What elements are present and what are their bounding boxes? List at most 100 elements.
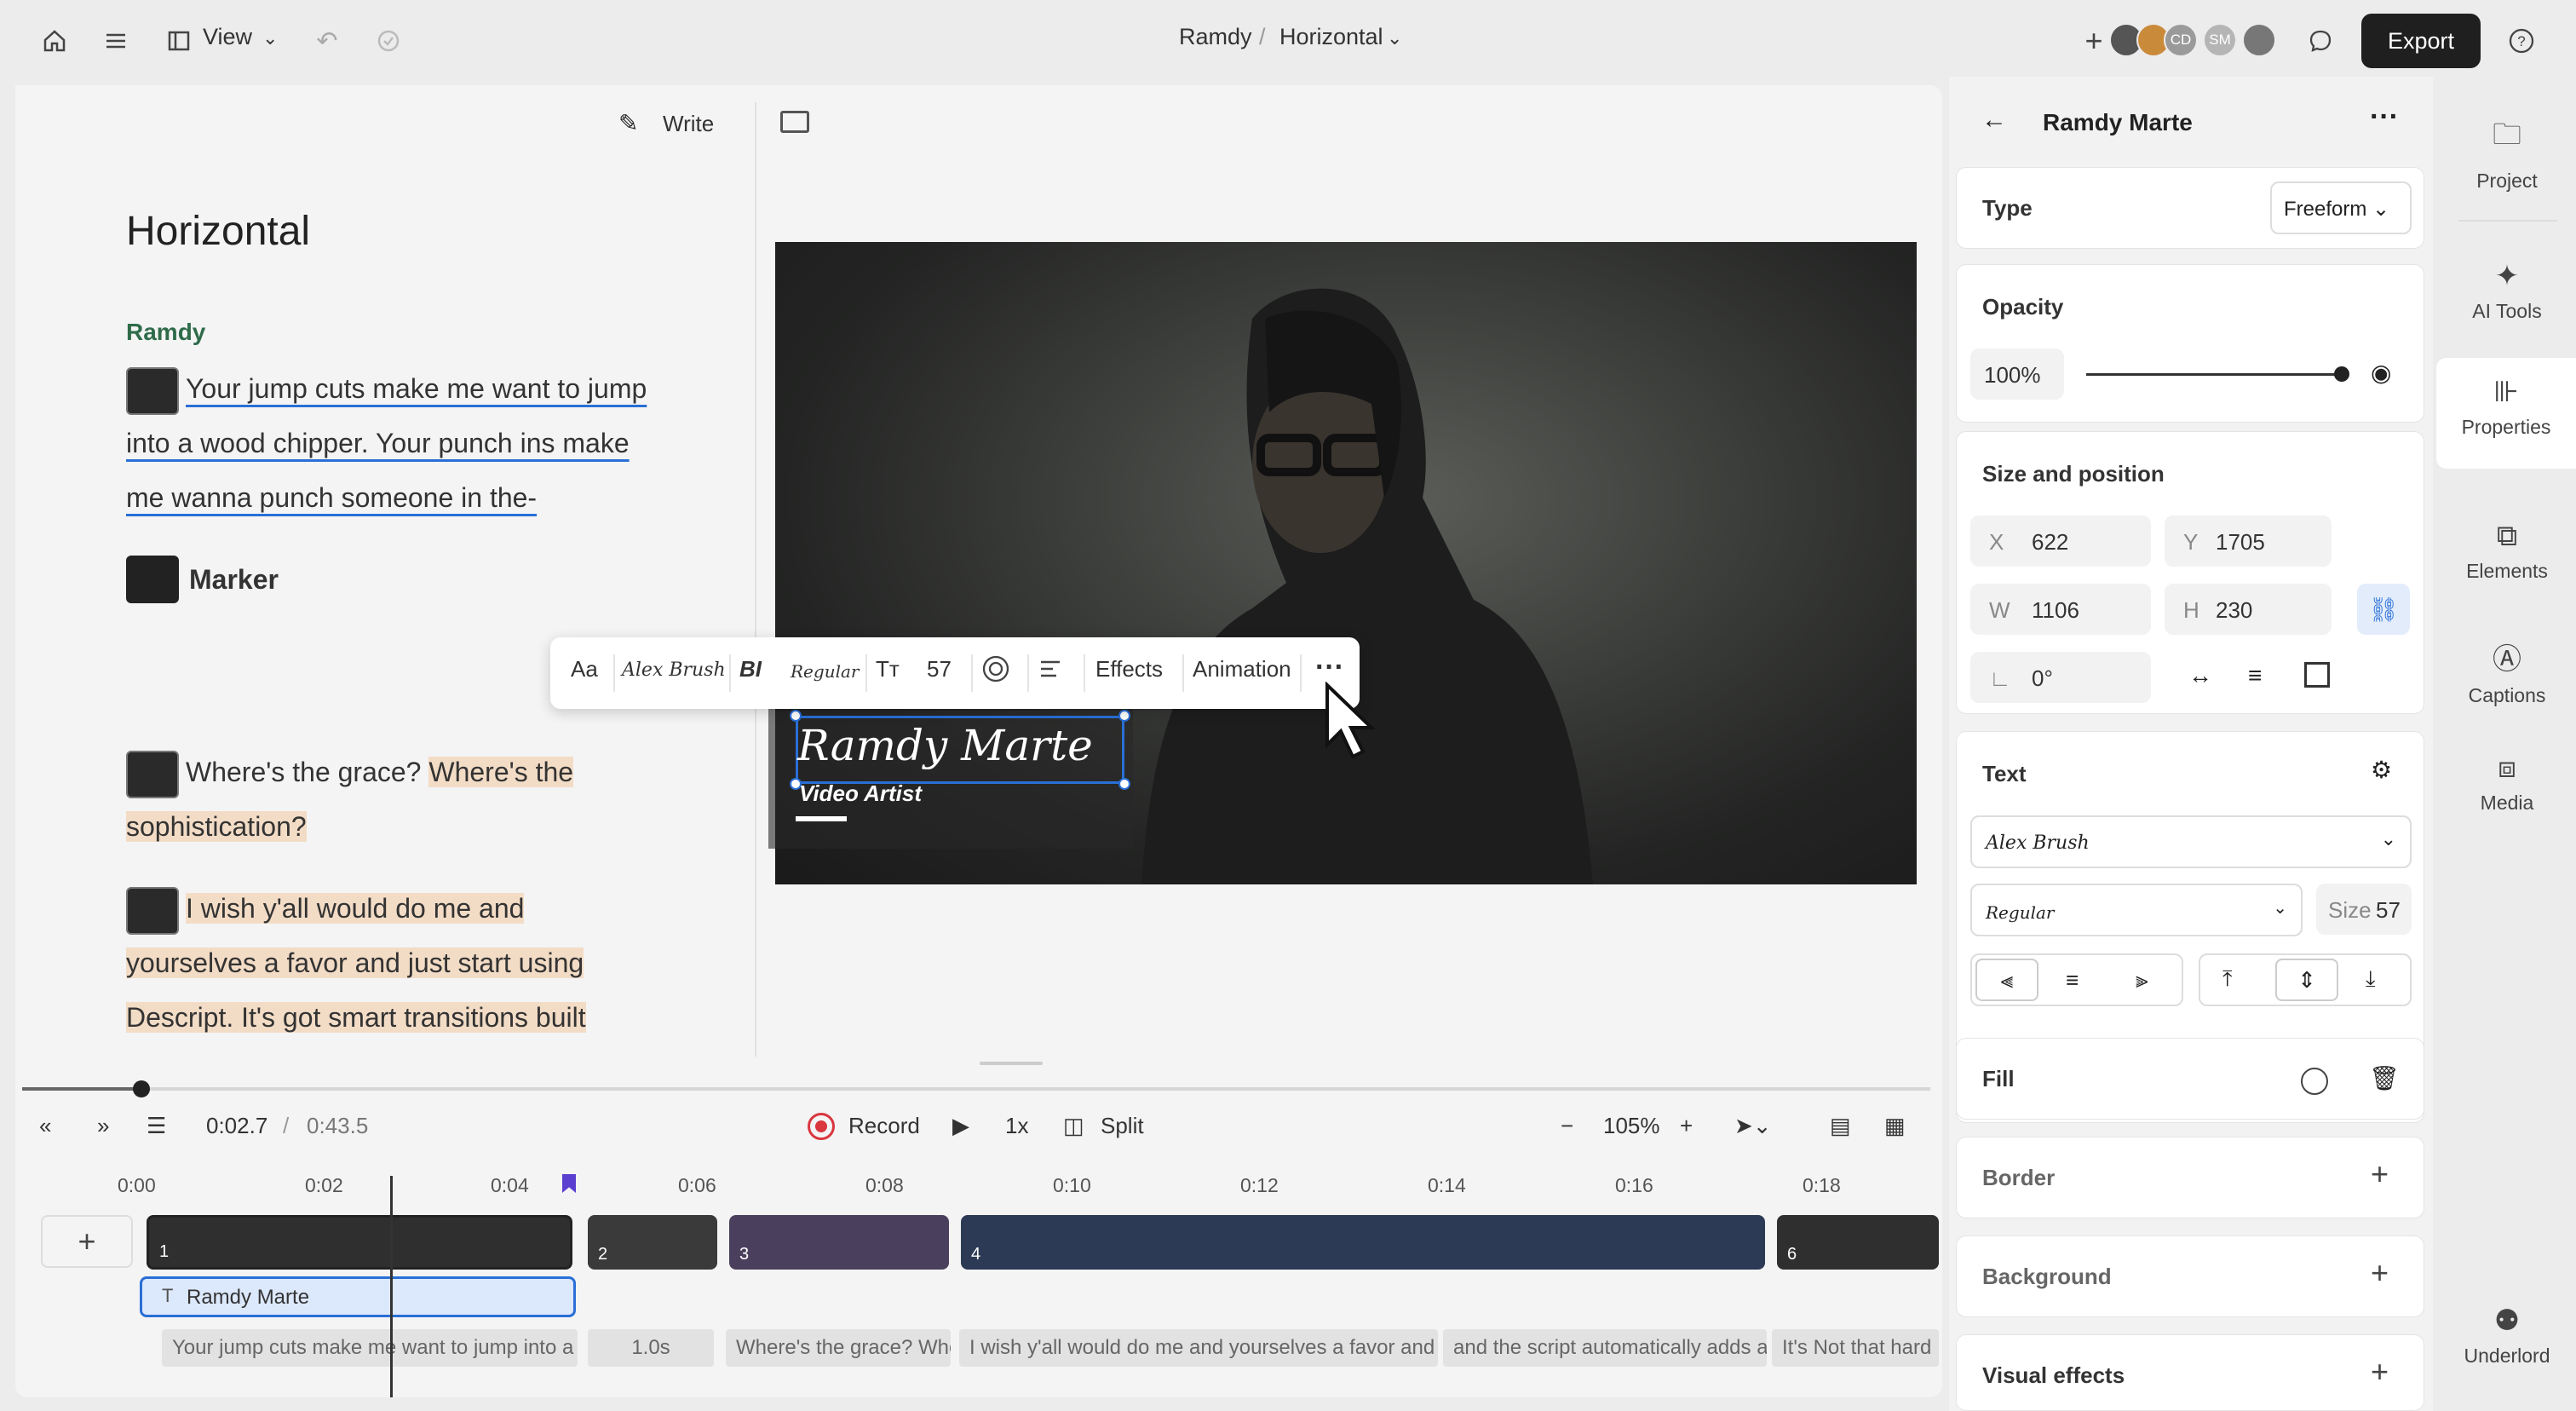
undo-icon[interactable]: ↶ [307, 20, 348, 61]
resize-handle[interactable] [1118, 778, 1130, 790]
clip-thumbnail[interactable] [126, 886, 179, 935]
caption-segment[interactable]: It's Not that hard [1772, 1329, 1939, 1367]
align-middle-icon[interactable]: ⇕ [2275, 959, 2338, 1001]
split-button[interactable]: Split [1101, 1113, 1144, 1139]
grid-view-icon[interactable]: ▦ [1884, 1113, 1906, 1139]
resize-grip[interactable] [980, 1062, 1043, 1065]
breadcrumb-project[interactable]: Ramdy [1179, 24, 1252, 50]
avatar[interactable]: CD [2164, 23, 2198, 57]
scrubber-handle[interactable] [133, 1080, 150, 1097]
avatar[interactable]: SM [2203, 23, 2237, 57]
color-icon[interactable] [981, 654, 1010, 689]
add-collaborator-icon[interactable]: + [2073, 20, 2114, 61]
select-tool-icon[interactable]: ➤⌄ [1734, 1113, 1772, 1139]
nav-project[interactable]: 🗀 Project [2443, 97, 2571, 208]
align-top-icon[interactable]: ⤒ [2222, 965, 2233, 993]
resize-handle[interactable] [790, 710, 802, 722]
lower-third-subtitle[interactable]: Video Artist [799, 780, 922, 807]
height-input[interactable]: H 230 [2165, 584, 2332, 635]
nav-elements[interactable]: ⧉ Elements [2443, 503, 2571, 613]
help-icon[interactable]: ? [2501, 20, 2542, 61]
animation-button[interactable]: Animation [1193, 656, 1291, 682]
record-button[interactable]: Record [848, 1113, 920, 1139]
clip-track[interactable]: 6 [1777, 1215, 1939, 1270]
view-menu[interactable]: View [203, 24, 252, 50]
layout-icon[interactable] [158, 20, 199, 61]
clip-track[interactable]: 2 [588, 1215, 717, 1270]
opacity-slider-handle[interactable] [2334, 366, 2349, 382]
lock-aspect-link-icon[interactable]: ⛓ [2357, 584, 2410, 635]
font-weight-picker[interactable]: Regular [791, 661, 859, 682]
trash-icon[interactable]: 🗑 [2369, 1064, 2400, 1092]
speaker-label[interactable]: Ramdy [126, 319, 205, 346]
align-center-icon[interactable]: ≡ [2066, 967, 2079, 993]
nav-properties[interactable]: ⊪ Properties [2436, 358, 2576, 469]
playback-speed[interactable]: 1x [1005, 1113, 1028, 1139]
write-pen-icon[interactable]: ✎ [618, 109, 638, 137]
opacity-slider[interactable] [2086, 373, 2342, 376]
comment-icon[interactable] [2300, 20, 2341, 61]
clip-thumbnail[interactable] [126, 750, 179, 798]
font-picker[interactable]: Alex Brush [622, 659, 726, 681]
font-weight-dropdown[interactable]: Regular ⌄ [1970, 884, 2303, 936]
menu-icon[interactable] [95, 20, 136, 61]
align-bottom-icon[interactable]: ⤓ [2366, 965, 2376, 993]
nav-media[interactable]: ⧈ Media [2443, 734, 2571, 845]
script-paragraph[interactable]: Your jump cuts make me want to jump into… [126, 361, 654, 525]
zoom-level[interactable]: 105% [1603, 1113, 1660, 1139]
record-icon[interactable] [808, 1113, 835, 1140]
layer-name[interactable]: Ramdy Marte [2043, 109, 2193, 136]
marker-thumbnail[interactable] [126, 556, 179, 603]
caption-segment[interactable]: and the script automatically adds a [1443, 1329, 1767, 1367]
clip-track[interactable]: 3 [729, 1215, 949, 1270]
clip-thumbnail[interactable] [126, 366, 179, 415]
export-button[interactable]: Export [2361, 14, 2481, 68]
script-text-highlighted[interactable]: I wish y'all would do me and yourselves … [126, 893, 586, 1033]
zoom-in-icon[interactable]: + [1680, 1113, 1693, 1139]
rotation-input[interactable]: ∟ 0° [1970, 652, 2151, 703]
clip-track[interactable]: 1 [147, 1215, 572, 1270]
marker-label[interactable]: Marker [189, 564, 279, 596]
script-text[interactable]: Where's the grace? [186, 757, 428, 787]
add-track-button[interactable]: + [41, 1215, 133, 1268]
lower-third-title[interactable]: Ramdy Marte [797, 721, 1093, 770]
avatar[interactable] [2242, 23, 2276, 57]
fill-color-swatch[interactable] [2301, 1068, 2328, 1095]
font-size-icon[interactable]: Tт [876, 656, 900, 682]
font-family-dropdown[interactable]: Alex Brush ⌄ [1970, 815, 2412, 868]
chapters-icon[interactable]: ☰ [147, 1113, 166, 1139]
x-position-input[interactable]: X 622 [1970, 515, 2151, 567]
text-layer-track[interactable]: Ramdy Marte [140, 1276, 576, 1317]
caption-segment[interactable]: Your jump cuts make me want to jump into… [162, 1329, 578, 1367]
pane-divider[interactable] [755, 102, 756, 1057]
script-paragraph[interactable]: I wish y'all would do me and yourselves … [126, 881, 654, 1045]
opacity-input[interactable]: 100% [1970, 348, 2064, 400]
write-button[interactable]: Write [663, 111, 714, 137]
font-size-input[interactable]: Size 57 [2316, 884, 2412, 935]
nav-underlord[interactable]: ⚉ Underlord [2443, 1287, 2571, 1397]
text-settings-icon[interactable]: ⚙ [2371, 756, 2392, 784]
add-visual-effect-icon[interactable]: + [2371, 1354, 2389, 1390]
clip-track[interactable]: 4 [961, 1215, 1765, 1270]
nav-captions[interactable]: Ⓐ Captions [2443, 619, 2571, 729]
scrubber-track[interactable] [22, 1087, 1930, 1091]
view-chevron-icon[interactable]: ⌄ [262, 27, 278, 49]
text-align-icon[interactable]: ≡ [2248, 662, 2262, 689]
y-position-input[interactable]: Y 1705 [2165, 515, 2332, 567]
breadcrumb-composition[interactable]: Horizontal [1279, 24, 1383, 50]
script-paragraph[interactable]: Where's the grace? Where's the sophistic… [126, 745, 654, 854]
text-case-button[interactable]: Aa [571, 656, 598, 682]
more-options-icon[interactable]: ··· [1315, 651, 1344, 684]
align-right-icon[interactable]: ⫸ [2136, 967, 2148, 994]
caption-segment[interactable]: 1.0s [588, 1329, 714, 1367]
back-arrow-icon[interactable]: ← [1981, 106, 2007, 135]
script-title[interactable]: Horizontal [126, 208, 310, 255]
font-size-value[interactable]: 57 [927, 656, 952, 682]
caption-segment[interactable]: Where's the grace? Whe [726, 1329, 951, 1367]
zoom-out-icon[interactable]: − [1561, 1113, 1573, 1139]
visibility-eye-icon[interactable]: ◉ [2371, 359, 2391, 387]
nav-ai-tools[interactable]: ✦ AI Tools [2443, 242, 2571, 353]
add-background-icon[interactable]: + [2371, 1255, 2389, 1291]
playhead[interactable] [390, 1176, 393, 1397]
resize-handle[interactable] [1118, 710, 1130, 722]
